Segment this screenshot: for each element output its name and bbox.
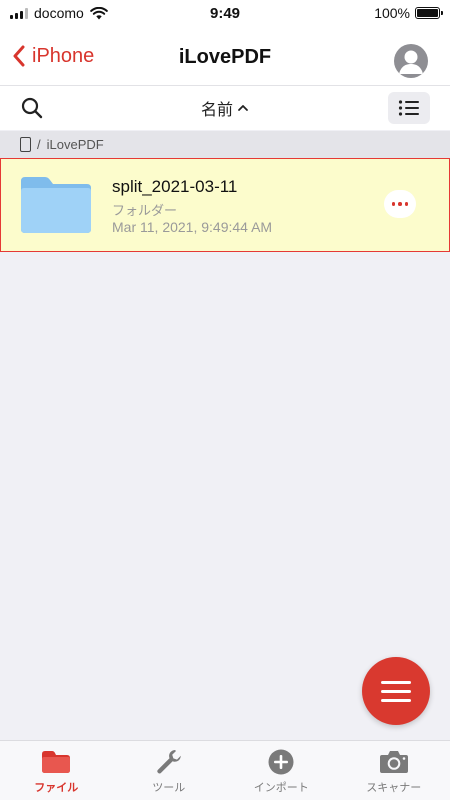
back-button[interactable]: iPhone [12,40,94,72]
file-date: Mar 11, 2021, 9:49:44 AM [112,219,273,235]
file-name: split_2021-03-11 [112,177,238,196]
avatar[interactable] [394,44,428,78]
status-right: 100% [300,5,443,21]
camera-icon [378,748,410,776]
status-left: docomo [10,5,150,21]
plus-circle-icon [265,748,297,776]
folder-icon [21,177,91,233]
tab-files[interactable]: ファイル [0,741,113,800]
status-time: 9:49 [209,4,241,22]
list-item[interactable]: split_2021-03-11 フォルダー Mar 11, 2021, 9:4… [0,158,450,252]
search-icon [21,97,43,119]
chevron-left-icon [13,45,25,67]
tab-scanner[interactable]: スキャナー [338,741,450,800]
user-icon [399,50,423,74]
tab-label: スキャナー [366,782,422,794]
tab-label: インポート [253,782,309,794]
carrier-label: docomo [34,5,84,21]
hamburger-line [381,680,411,684]
hamburger-line [381,698,411,702]
wifi-icon [90,6,108,19]
more-options-button[interactable] [384,190,416,218]
battery-percent: 100% [374,5,410,21]
folder-icon [40,748,72,776]
tab-label: ファイル [34,782,79,794]
wrench-icon [153,748,185,776]
breadcrumb-separator: / [37,137,41,152]
list-view-button[interactable] [388,92,430,124]
back-button-label: iPhone [32,44,95,67]
battery-icon [415,7,443,19]
navigation-bar: iPhone iLovePDF [0,26,450,86]
sort-button[interactable]: 名前 [190,96,260,120]
more-dot [391,202,396,206]
sort-label: 名前 [200,102,233,119]
tab-tools[interactable]: ツール [113,741,226,800]
search-button[interactable] [20,96,44,120]
phone-icon [20,137,31,152]
breadcrumb: / iLovePDF [0,131,450,158]
tab-bar: ファイル ツール インポート スキャナー [0,740,450,800]
chevron-up-icon [238,105,248,111]
tab-label: ツール [152,782,186,794]
battery-fill [417,9,438,17]
menu-fab-button[interactable] [362,657,430,725]
more-dot [398,202,402,206]
file-type: フォルダー [112,203,178,218]
more-dot [404,202,409,206]
list-icon [398,100,419,116]
breadcrumb-item-folder[interactable]: iLovePDF [47,137,104,152]
signal-icon [10,7,28,19]
status-bar: docomo 9:49 100% [0,0,450,26]
tab-import[interactable]: インポート [225,741,338,800]
toolbar: 名前 [0,86,450,130]
hamburger-line [381,689,411,693]
